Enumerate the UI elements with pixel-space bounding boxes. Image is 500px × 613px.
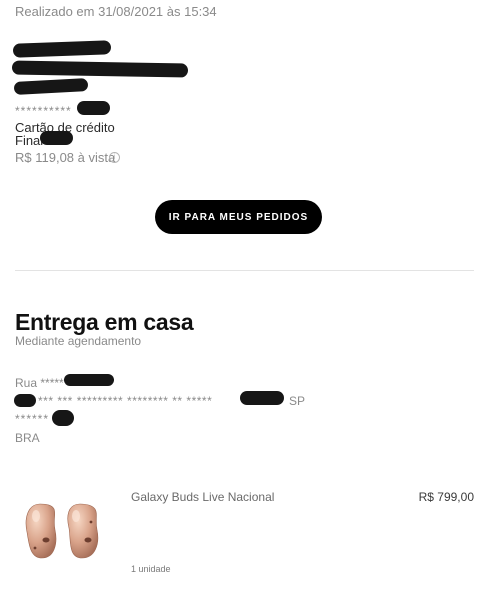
product-name[interactable]: Galaxy Buds Live Nacional — [131, 490, 274, 505]
address-city-masked: *** *** ********* ******** ** ***** — [38, 394, 213, 408]
earbuds-image — [22, 500, 104, 562]
redacted-street — [64, 374, 114, 386]
address-street: Rua ***** — [15, 376, 64, 390]
redacted-zip — [52, 410, 74, 426]
redacted-card-digits — [77, 101, 110, 115]
product-quantity: 1 unidade — [131, 564, 171, 574]
delivery-title: Entrega em casa — [15, 309, 194, 335]
order-total: R$ 119,08 à vista — [15, 150, 116, 165]
card-number-masked: ********** — [15, 104, 72, 118]
go-to-orders-button[interactable]: IR PARA MEUS PEDIDOS — [155, 200, 322, 234]
redacted-card-final — [40, 131, 73, 145]
delivery-subtitle: Mediante agendamento — [15, 334, 142, 348]
address-country: BRA — [15, 431, 40, 445]
address-state: SP — [289, 394, 306, 408]
redacted-city-end — [240, 391, 284, 405]
redacted-city-start — [14, 394, 36, 407]
info-icon[interactable]: i — [109, 152, 120, 163]
order-timestamp: Realizado em 31/08/2021 às 15:34 — [15, 4, 217, 19]
section-divider — [15, 270, 474, 271]
address-zip-masked: ****** — [15, 412, 50, 426]
card-final-label: Final — [15, 133, 44, 148]
product-price: R$ 799,00 — [418, 490, 474, 504]
